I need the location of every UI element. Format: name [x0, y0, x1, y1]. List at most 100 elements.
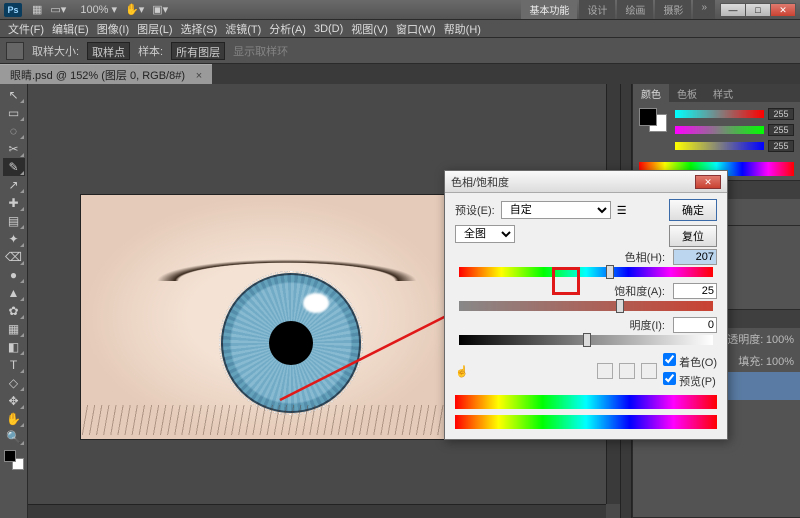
workspace-tab-design[interactable]: 设计 — [579, 0, 615, 19]
lasso-tool[interactable]: ◌ — [3, 122, 25, 140]
pen-tool[interactable]: ▦ — [3, 320, 25, 338]
r-slider[interactable] — [675, 110, 764, 118]
eyedropper-icon[interactable] — [597, 363, 613, 379]
hue-label: 色相(H): — [625, 249, 665, 265]
toolbox: ↖ ▭ ◌ ✂ ✎ ↗ ✚ ▤ ✦ ⌫ ● ▲ ✿ ▦ ◧ T ◇ ✥ ✋ 🔍 — [0, 84, 28, 518]
menu-file[interactable]: 文件(F) — [6, 21, 46, 37]
type-tool[interactable]: ◧ — [3, 338, 25, 356]
fill-value[interactable]: 100% — [766, 356, 794, 368]
screen-icon[interactable]: ▣▾ — [152, 3, 168, 16]
gradient-tool[interactable]: ● — [3, 266, 25, 284]
range-select[interactable]: 全图 — [455, 225, 515, 243]
hue-saturation-dialog: 色相/饱和度 ✕ 确定 复位 预设(E): 自定 ☰ 全图 色相(H): 饱和度… — [444, 170, 728, 440]
document-tab-label: 眼睛.psd @ 152% (图层 0, RGB/8#) — [10, 70, 185, 82]
panel-color-swatch[interactable] — [639, 108, 667, 132]
menu-window[interactable]: 窗口(W) — [394, 21, 438, 37]
marquee-tool[interactable]: ▭ — [3, 104, 25, 122]
ok-button[interactable]: 确定 — [669, 199, 717, 221]
swatches-tab[interactable]: 色板 — [669, 84, 705, 102]
dialog-spectrum-bottom — [455, 415, 717, 429]
workspace-tab-more[interactable]: » — [693, 0, 715, 19]
cancel-button[interactable]: 复位 — [669, 225, 717, 247]
hue-slider[interactable] — [459, 267, 713, 277]
color-tab[interactable]: 颜色 — [633, 84, 669, 102]
colorize-checkbox[interactable]: 着色(O) — [663, 353, 717, 370]
healing-tool[interactable]: ↗ — [3, 176, 25, 194]
lightness-label: 明度(I): — [630, 317, 665, 333]
document-tab-close[interactable]: × — [196, 70, 202, 82]
shape-tool[interactable]: ◇ — [3, 374, 25, 392]
dialog-spectrum-top — [455, 395, 717, 409]
stamp-tool[interactable]: ▤ — [3, 212, 25, 230]
fill-label: 填充: — [738, 356, 763, 368]
document-tab-bar: 眼睛.psd @ 152% (图层 0, RGB/8#) × — [0, 64, 800, 84]
close-button[interactable]: ✕ — [770, 3, 796, 17]
menu-filter[interactable]: 滤镜(T) — [223, 21, 263, 37]
3d-tool[interactable]: ✥ — [3, 392, 25, 410]
blur-tool[interactable]: ▲ — [3, 284, 25, 302]
b-slider[interactable] — [675, 142, 764, 150]
hand-tool[interactable]: ✋ — [3, 410, 25, 428]
workspace-tab-basic[interactable]: 基本功能 — [521, 0, 577, 19]
foreground-color[interactable] — [4, 450, 16, 462]
view-icon[interactable]: ▭▾ — [50, 3, 66, 16]
menu-3d[interactable]: 3D(D) — [312, 23, 345, 35]
eraser-tool[interactable]: ⌫ — [3, 248, 25, 266]
g-value[interactable]: 255 — [768, 124, 794, 136]
menu-analysis[interactable]: 分析(A) — [267, 21, 308, 37]
tool-preset-icon[interactable] — [6, 42, 24, 60]
sample-size-field[interactable]: 取样点 — [87, 42, 130, 60]
workspace-tab-paint[interactable]: 绘画 — [617, 0, 653, 19]
saturation-slider[interactable] — [459, 301, 713, 311]
g-slider[interactable] — [675, 126, 764, 134]
color-swatches[interactable] — [4, 450, 24, 470]
eyedropper-sub-icon[interactable] — [641, 363, 657, 379]
image-lower-lashes — [81, 405, 455, 435]
hand-icon[interactable]: ✋▾ — [125, 3, 144, 16]
zoom-level[interactable]: 100% ▾ — [80, 3, 117, 16]
menu-view[interactable]: 视图(V) — [349, 21, 390, 37]
menu-bar: 文件(F) 编辑(E) 图像(I) 图层(L) 选择(S) 滤镜(T) 分析(A… — [0, 20, 800, 38]
hue-input[interactable] — [673, 249, 717, 265]
menu-layer[interactable]: 图层(L) — [135, 21, 174, 37]
history-brush-tool[interactable]: ✦ — [3, 230, 25, 248]
zoom-tool[interactable]: 🔍 — [3, 428, 25, 446]
dialog-title: 色相/饱和度 — [451, 174, 509, 190]
eyedropper-add-icon[interactable] — [619, 363, 635, 379]
document-tab[interactable]: 眼睛.psd @ 152% (图层 0, RGB/8#) × — [0, 64, 212, 85]
maximize-button[interactable]: □ — [745, 3, 771, 17]
eyedropper-tool[interactable]: ✎ — [3, 158, 25, 176]
dialog-titlebar[interactable]: 色相/饱和度 ✕ — [445, 171, 727, 193]
workspace-tab-photo[interactable]: 摄影 — [655, 0, 691, 19]
brush-tool[interactable]: ✚ — [3, 194, 25, 212]
menu-select[interactable]: 选择(S) — [179, 21, 220, 37]
lightness-slider[interactable] — [459, 335, 713, 345]
minimize-button[interactable]: — — [720, 3, 746, 17]
dodge-tool[interactable]: ✿ — [3, 302, 25, 320]
b-value[interactable]: 255 — [768, 140, 794, 152]
saturation-label: 饱和度(A): — [614, 283, 665, 299]
menu-image[interactable]: 图像(I) — [95, 21, 131, 37]
styles-tab[interactable]: 样式 — [705, 84, 741, 102]
bridge-icon[interactable]: ▦ — [32, 3, 42, 16]
horizontal-scrollbar[interactable] — [28, 504, 606, 518]
finger-icon[interactable]: ☝ — [455, 365, 469, 378]
preset-menu-icon[interactable]: ☰ — [617, 204, 627, 217]
sample-field[interactable]: 所有图层 — [171, 42, 225, 60]
menu-help[interactable]: 帮助(H) — [442, 21, 483, 37]
saturation-input[interactable] — [673, 283, 717, 299]
title-bar: Ps ▦ ▭▾ 100% ▾ ✋▾ ▣▾ 基本功能 设计 绘画 摄影 » — □… — [0, 0, 800, 20]
app-logo: Ps — [4, 3, 22, 17]
dialog-close-button[interactable]: ✕ — [695, 175, 721, 189]
path-tool[interactable]: T — [3, 356, 25, 374]
opacity-value[interactable]: 100% — [766, 334, 794, 346]
preview-checkbox[interactable]: 预览(P) — [663, 372, 717, 389]
lightness-input[interactable] — [673, 317, 717, 333]
r-value[interactable]: 255 — [768, 108, 794, 120]
move-tool[interactable]: ↖ — [3, 86, 25, 104]
crop-tool[interactable]: ✂ — [3, 140, 25, 158]
document-canvas[interactable] — [80, 194, 456, 440]
color-panel: 颜色 色板 样式 255 255 255 — [633, 84, 800, 181]
menu-edit[interactable]: 编辑(E) — [50, 21, 91, 37]
preset-select[interactable]: 自定 — [501, 201, 611, 219]
